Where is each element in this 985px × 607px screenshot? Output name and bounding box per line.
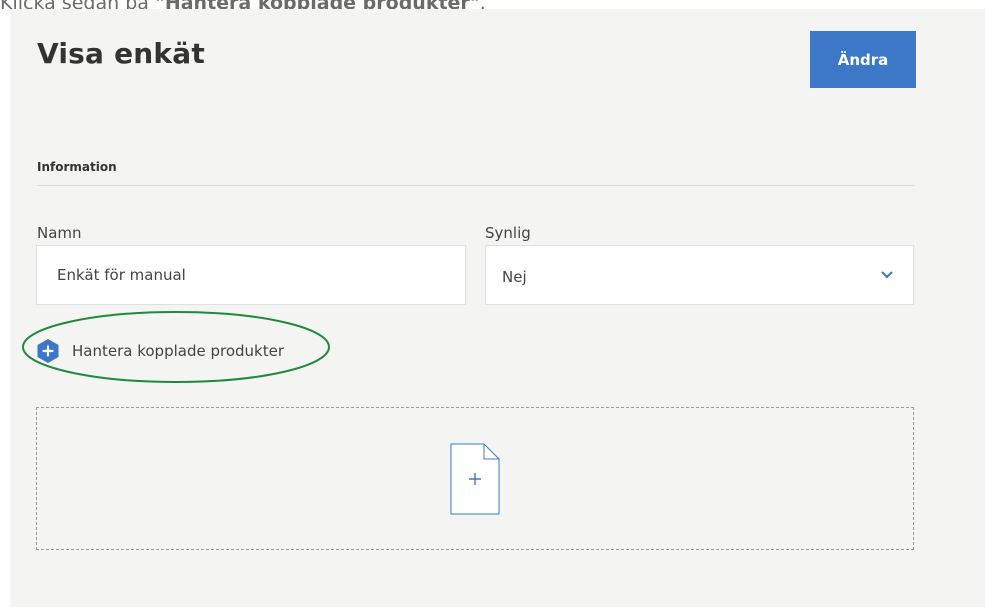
name-value: Enkät för manual [57,266,186,284]
edit-button[interactable]: Ändra [810,31,916,88]
visible-value: Nej [502,268,527,286]
chevron-down-icon[interactable] [861,246,913,304]
section-title: Information [37,160,117,174]
upload-dropzone[interactable] [36,407,914,550]
section-divider [37,185,914,186]
add-file-icon [450,443,500,514]
plus-hexagon-icon [37,339,59,363]
survey-panel: Visa enkät Ändra Information Namn Enkät … [10,9,985,607]
manage-linked-products-label: Hantera kopplade produkter [72,342,284,360]
name-label: Namn [37,224,82,242]
visible-select[interactable]: Nej [485,245,914,305]
page-title: Visa enkät [37,37,205,70]
visible-label: Synlig [485,224,531,242]
manage-linked-products-link[interactable]: Hantera kopplade produkter [36,338,284,364]
name-field[interactable]: Enkät för manual [36,245,466,305]
